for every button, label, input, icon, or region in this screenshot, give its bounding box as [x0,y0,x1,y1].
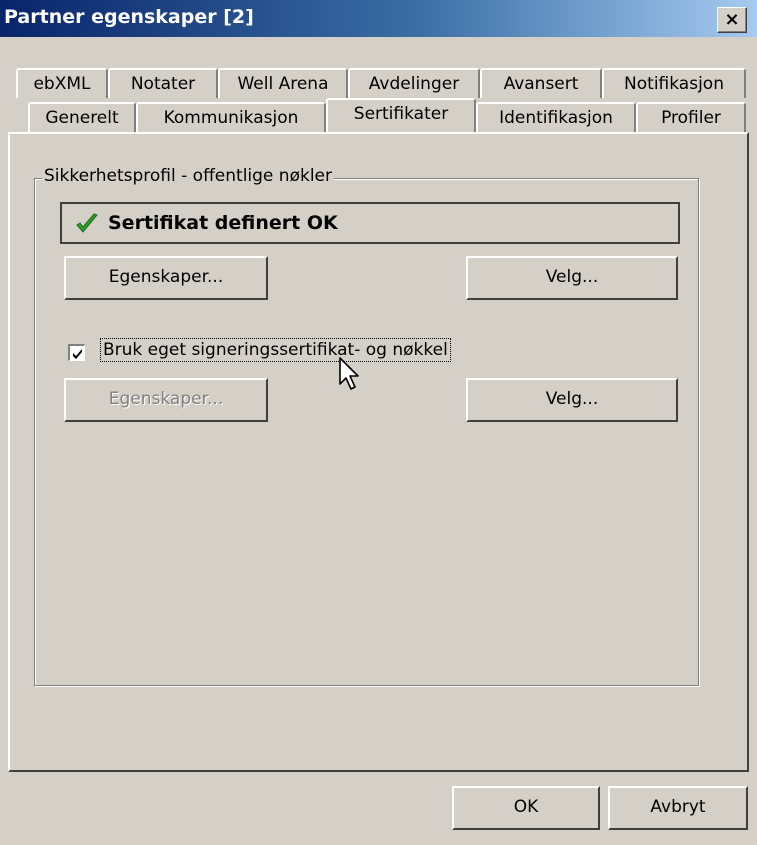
checkmark-icon [73,349,82,359]
close-icon: × [724,9,740,30]
tab-notater[interactable]: Notater [108,68,218,98]
tab-identifikasjon[interactable]: Identifikasjon [476,102,636,132]
close-button[interactable]: × [717,7,747,33]
certificate-status: Sertifikat definert OK [60,202,680,244]
tab-well-arena[interactable]: Well Arena [218,68,348,98]
tab-profiler[interactable]: Profiler [636,102,746,132]
tab-generelt[interactable]: Generelt [28,102,136,132]
title-bar: Partner egenskaper [2] × [0,0,757,37]
tab-avansert[interactable]: Avansert [480,68,602,98]
tab-kommunikasjon[interactable]: Kommunikasjon [136,102,326,132]
own-signing-cert-label[interactable]: Bruk eget signeringssertifikat- og nøkke… [100,338,451,362]
status-text: Sertifikat definert OK [108,212,338,234]
window-title: Partner egenskaper [2] [4,6,254,28]
mouse-cursor-icon [339,357,359,390]
cancel-button[interactable]: Avbryt [608,786,748,830]
tab-ebxml[interactable]: ebXML [16,68,108,98]
security-profile-group [34,178,699,686]
check-icon [74,211,100,237]
select-button-2[interactable]: Velg... [466,378,678,422]
ok-button[interactable]: OK [452,786,600,830]
select-button[interactable]: Velg... [466,256,678,300]
tab-sertifikater[interactable]: Sertifikater [326,98,476,132]
tab-notifikasjon[interactable]: Notifikasjon [602,68,746,98]
group-title: Sikkerhetsprofil - offentlige nøkler [42,166,334,186]
tab-avdelinger[interactable]: Avdelinger [348,68,480,98]
properties-button[interactable]: Egenskaper... [64,256,268,300]
properties-button-2[interactable]: Egenskaper... [64,378,268,422]
own-signing-cert-checkbox[interactable] [68,344,85,361]
